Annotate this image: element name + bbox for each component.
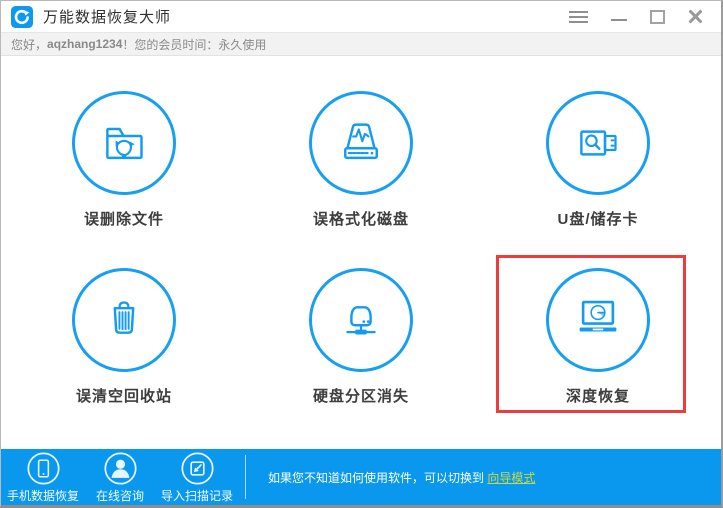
mode-circle xyxy=(72,268,176,372)
disk-waveform-icon xyxy=(344,123,378,160)
trash-icon xyxy=(113,301,135,334)
grid-row-1: 误删除文件 误格式化磁盘 U盘/储存卡 xyxy=(24,91,698,229)
greeting-prefix: 您好， xyxy=(11,37,48,52)
footer-action-label: 导入扫描记录 xyxy=(161,488,234,503)
grid-row-2: 误清空回收站 硬盘分区消失 深度恢复 xyxy=(24,255,698,413)
laptop-clock-icon xyxy=(579,300,617,332)
window-title: 万能数据恢复大师 xyxy=(43,9,172,26)
mode-circle xyxy=(546,268,650,372)
folder-recycle-icon xyxy=(106,127,143,160)
footer-action-online-support[interactable]: 在线咨询 xyxy=(89,451,151,504)
usb-search-icon xyxy=(580,130,617,156)
mode-formatted-disk[interactable]: 误格式化磁盘 xyxy=(261,91,461,229)
maximize-icon[interactable] xyxy=(650,9,665,24)
mode-deleted-files[interactable]: 误删除文件 xyxy=(24,91,224,229)
footer-action-label: 手机数据恢复 xyxy=(7,488,80,503)
minimize-icon[interactable] xyxy=(611,18,627,21)
footer-action-import-scan[interactable]: 导入扫描记录 xyxy=(161,451,233,504)
mode-label: 误删除文件 xyxy=(83,211,164,228)
mode-circle xyxy=(309,268,413,372)
recovery-mode-grid: 误删除文件 误格式化磁盘 U盘/储存卡 误清空回收站 硬盘分区消失 深度恢复 xyxy=(1,56,721,449)
app-window: 万能数据恢复大师 您好， aqzhang1234 ！您的会员时间：永久使用 误删… xyxy=(0,0,723,508)
footer-action-label: 在线咨询 xyxy=(96,488,145,503)
footer-actions: 手机数据恢复 在线咨询 导入扫描记录 xyxy=(1,451,233,504)
close-icon[interactable] xyxy=(688,9,703,24)
mode-usb-storage[interactable]: U盘/储存卡 xyxy=(498,91,698,229)
mode-label: 深度恢复 xyxy=(565,388,630,405)
mode-deep-recovery[interactable]: 深度恢复 xyxy=(496,255,698,413)
member-status-bar: 您好， aqzhang1234 ！您的会员时间：永久使用 xyxy=(1,32,721,56)
footer-hint-text: 如果您不知道如何使用软件，可以切换到 xyxy=(268,470,488,485)
greeting-suffix: ！您的会员时间：永久使用 xyxy=(122,37,267,52)
mode-label: 误格式化磁盘 xyxy=(312,211,409,228)
footer-hint: 如果您不知道如何使用软件，可以切换到 向导模式 xyxy=(268,469,535,486)
mode-circle xyxy=(546,91,650,195)
title-bar: 万能数据恢复大师 xyxy=(1,1,721,32)
person-icon xyxy=(103,451,137,485)
mode-lost-partition[interactable]: 硬盘分区消失 xyxy=(261,268,461,406)
phone-icon xyxy=(26,451,60,485)
username: aqzhang1234 xyxy=(47,37,123,51)
mode-recycle-bin[interactable]: 误清空回收站 xyxy=(24,268,224,406)
mode-label: 硬盘分区消失 xyxy=(312,388,409,405)
harddisk-network-icon xyxy=(346,306,376,335)
app-logo-icon xyxy=(11,5,33,28)
footer-bar: 手机数据恢复 在线咨询 导入扫描记录 如果您不知道如何使用软件，可以切换到 向导… xyxy=(1,449,721,505)
wizard-mode-link[interactable]: 向导模式 xyxy=(487,471,535,485)
mode-label: 误清空回收站 xyxy=(75,388,172,405)
import-icon xyxy=(180,451,214,485)
mode-label: U盘/储存卡 xyxy=(557,211,639,228)
mode-circle xyxy=(309,91,413,195)
footer-action-phone-recovery[interactable]: 手机数据恢复 xyxy=(7,451,79,504)
menu-icon[interactable] xyxy=(569,10,588,23)
window-controls xyxy=(569,9,703,24)
mode-circle xyxy=(72,91,176,195)
footer-divider xyxy=(245,455,247,499)
